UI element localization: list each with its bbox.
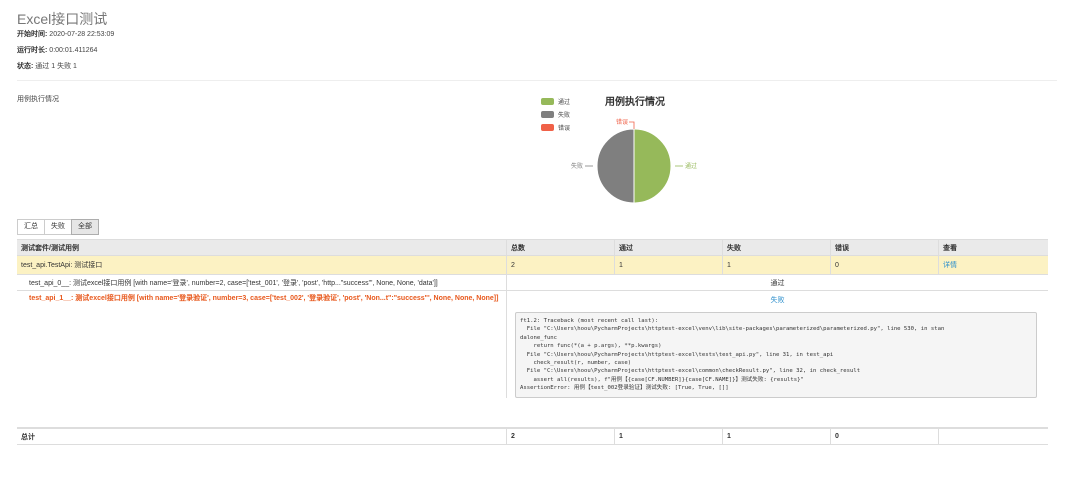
suite-fail: 1 xyxy=(722,256,830,274)
pie-label-line-2 xyxy=(629,121,635,129)
pie-slice-0[interactable] xyxy=(633,128,672,204)
suite-detail-link[interactable]: 详情 xyxy=(943,260,957,270)
suite-pass: 1 xyxy=(614,256,722,274)
total-fail: 1 xyxy=(722,429,830,444)
pie-chart: 通过 失败 错误 xyxy=(571,118,697,204)
total-count: 2 xyxy=(506,429,614,444)
suite-name: test_api.TestApi: 测试接口 xyxy=(21,262,103,269)
header-suite-case: 测试套件/测试用例 xyxy=(21,244,79,252)
total-row: 总计 2 1 1 0 xyxy=(17,428,1048,445)
test-case-name: test_api_0__: 测试excel接口用例 [with name='登录… xyxy=(29,279,438,287)
test-case-row-pass: test_api_0__: 测试excel接口用例 [with name='登录… xyxy=(17,275,1048,291)
status-value: 通过 1 失败 1 xyxy=(35,63,77,70)
fail-result-link[interactable]: 失败 xyxy=(515,295,1040,305)
total-pass: 1 xyxy=(614,429,722,444)
duration: 运行时长: 0:00:01.411264 xyxy=(17,45,97,55)
total-error: 0 xyxy=(830,429,938,444)
filter-summary-button[interactable]: 汇总 xyxy=(17,219,45,235)
suite-error: 0 xyxy=(830,256,938,274)
header-view: 查看 xyxy=(938,240,1048,255)
test-case-result: 通过 xyxy=(506,275,1048,290)
header-fail: 失败 xyxy=(722,240,830,255)
total-view xyxy=(938,429,1048,444)
results-table: 测试套件/测试用例 总数 通过 失败 错误 查看 test_api.TestAp… xyxy=(17,239,1048,445)
pie-slice-1[interactable] xyxy=(596,128,635,204)
status-label: 状态: xyxy=(17,63,34,70)
suite-row: test_api.TestApi: 测试接口 2 1 1 0 详情 xyxy=(17,256,1048,275)
traceback-output: ft1.2: Traceback (most recent call last)… xyxy=(515,312,1037,398)
duration-label: 运行时长: xyxy=(17,47,48,54)
report-title: Excel接口测试 xyxy=(17,11,108,27)
pie-label-0: 通过 xyxy=(685,162,697,170)
suite-detail-cell: 详情 xyxy=(938,256,1048,274)
divider xyxy=(17,80,1057,81)
chart-title: 用例执行情况 xyxy=(605,97,665,108)
header-error: 错误 xyxy=(830,240,938,255)
section-label: 用例执行情况 xyxy=(17,96,59,103)
start-time-label: 开始时间: xyxy=(17,31,48,38)
pie-label-2: 错误 xyxy=(616,118,628,126)
start-time: 开始时间: 2020-07-28 22:53:09 xyxy=(17,29,114,39)
filter-all-button[interactable]: 全部 xyxy=(71,219,99,235)
suite-total: 2 xyxy=(506,256,614,274)
header-pass: 通过 xyxy=(614,240,722,255)
header-total: 总数 xyxy=(506,240,614,255)
filter-button-group: 汇总 失败 全部 xyxy=(17,219,99,235)
pie-label-1: 失败 xyxy=(571,162,583,170)
legend-item-pass[interactable]: 通过 xyxy=(541,95,570,108)
test-case-name-failed: test_api_1__: 测试excel接口用例 [with name='登录… xyxy=(29,295,499,302)
status: 状态: 通过 1 失败 1 xyxy=(17,61,77,71)
start-time-value: 2020-07-28 22:53:09 xyxy=(49,31,115,38)
test-case-row-fail: test_api_1__: 测试excel接口用例 [with name='登录… xyxy=(17,291,1048,428)
legend-label-pass: 通过 xyxy=(558,100,571,106)
duration-value: 0:00:01.411264 xyxy=(49,47,98,54)
test-case-result-cell: 失败 ft1.2: Traceback (most recent call la… xyxy=(506,291,1048,398)
total-label: 总计 xyxy=(21,433,35,441)
filter-failed-button[interactable]: 失败 xyxy=(44,219,72,235)
table-header-row: 测试套件/测试用例 总数 通过 失败 错误 查看 xyxy=(17,239,1048,256)
legend-swatch-pass xyxy=(541,98,554,105)
